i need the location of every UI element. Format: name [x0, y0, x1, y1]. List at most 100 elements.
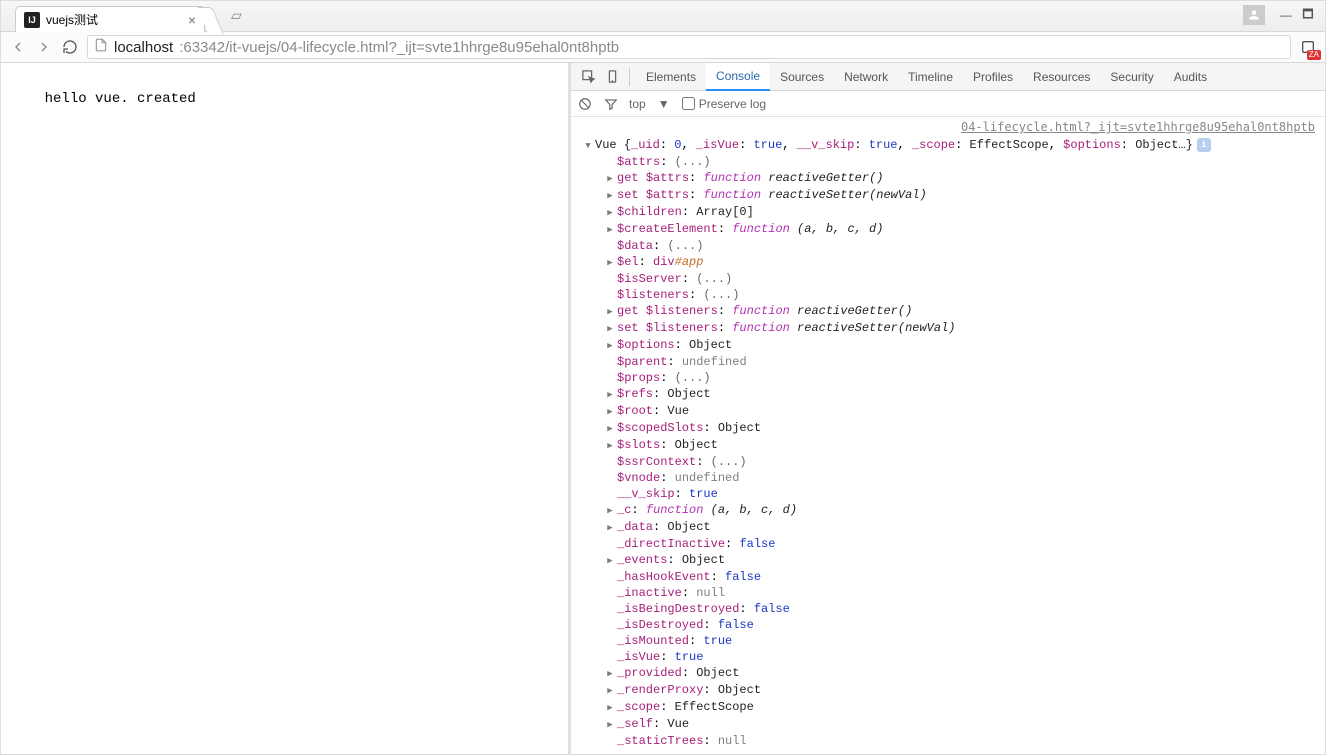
console-property-row[interactable]: _scope: EffectScope [571, 699, 1325, 716]
preserve-log-checkbox[interactable]: Preserve log [682, 97, 766, 111]
context-selector[interactable]: top [629, 97, 646, 111]
console-property-row[interactable]: _isVue: true [571, 649, 1325, 665]
expand-toggle-icon[interactable] [605, 699, 615, 716]
console-property-row[interactable]: get $listeners: function reactiveGetter(… [571, 303, 1325, 320]
console-source-link[interactable]: 04-lifecycle.html?_ijt=svte1hhrge8u95eha… [571, 117, 1325, 137]
address-bar[interactable]: localhost :63342/it-vuejs/04-lifecycle.ht… [87, 35, 1291, 59]
console-property-row[interactable]: _events: Object [571, 552, 1325, 569]
console-property-row[interactable]: $isServer: (...) [571, 271, 1325, 287]
expand-toggle-icon[interactable] [605, 386, 615, 403]
console-property-row[interactable]: _hasHookEvent: false [571, 569, 1325, 585]
extension-icon[interactable]: ZA [1299, 38, 1317, 56]
devtools-tab-profiles[interactable]: Profiles [963, 63, 1023, 91]
expand-toggle-icon[interactable] [605, 170, 615, 187]
devtools-tab-audits[interactable]: Audits [1164, 63, 1217, 91]
console-property-row[interactable]: $createElement: function (a, b, c, d) [571, 221, 1325, 238]
console-property-row[interactable]: set $attrs: function reactiveSetter(newV… [571, 187, 1325, 204]
console-property-row[interactable]: $children: Array[0] [571, 204, 1325, 221]
console-property-row[interactable]: $scopedSlots: Object [571, 420, 1325, 437]
console-property-row[interactable]: _staticTrees: null [571, 733, 1325, 749]
console-property-row[interactable]: $parent: undefined [571, 354, 1325, 370]
console-toolbar: top ▼ Preserve log [571, 91, 1325, 117]
devtools-tab-elements[interactable]: Elements [636, 63, 706, 91]
console-property-row[interactable]: _c: function (a, b, c, d) [571, 502, 1325, 519]
expand-toggle-icon[interactable] [605, 682, 615, 699]
console-property-row[interactable]: _isBeingDestroyed: false [571, 601, 1325, 617]
devtools-panel: ElementsConsoleSourcesNetworkTimelinePro… [571, 63, 1325, 754]
info-badge-icon[interactable]: i [1197, 138, 1211, 152]
expand-toggle-icon[interactable] [583, 137, 593, 154]
console-property-row[interactable]: _renderProxy: Object [571, 682, 1325, 699]
clear-console-icon[interactable] [577, 96, 593, 112]
console-property-row[interactable]: _provided: Object [571, 665, 1325, 682]
console-property-row[interactable]: $listeners: (...) [571, 287, 1325, 303]
console-property-row[interactable]: _isMounted: true [571, 633, 1325, 649]
expand-toggle-icon[interactable] [605, 552, 615, 569]
device-toolbar-icon[interactable] [601, 66, 623, 88]
back-button[interactable] [9, 38, 27, 56]
devtools-tab-security[interactable]: Security [1100, 63, 1163, 91]
profile-avatar-icon[interactable] [1243, 5, 1265, 25]
devtools-tabs: ElementsConsoleSourcesNetworkTimelinePro… [571, 63, 1325, 91]
console-property-row[interactable]: $data: (...) [571, 238, 1325, 254]
root-class-name: Vue [595, 138, 617, 152]
console-property-row[interactable]: $el: div#app [571, 254, 1325, 271]
devtools-tab-sources[interactable]: Sources [770, 63, 834, 91]
console-property-row[interactable]: _self: Vue [571, 716, 1325, 733]
expand-toggle-icon[interactable] [605, 221, 615, 238]
window-controls: — 🗖 [1243, 5, 1319, 25]
console-property-row[interactable]: get $attrs: function reactiveGetter() [571, 170, 1325, 187]
expand-toggle-icon[interactable] [605, 320, 615, 337]
window-minimize-button[interactable]: — [1275, 5, 1297, 25]
expand-toggle-icon[interactable] [605, 420, 615, 437]
console-property-row[interactable]: $vnode: undefined [571, 470, 1325, 486]
expand-toggle-icon[interactable] [605, 716, 615, 733]
console-property-row[interactable]: _data: Object [571, 519, 1325, 536]
expand-toggle-icon[interactable] [605, 665, 615, 682]
expand-toggle-icon[interactable] [605, 254, 615, 271]
tab-favicon-icon: IJ [24, 12, 40, 28]
expand-toggle-icon[interactable] [605, 337, 615, 354]
expand-toggle-icon[interactable] [605, 204, 615, 221]
reload-button[interactable] [61, 38, 79, 56]
forward-button[interactable] [35, 38, 53, 56]
devtools-tab-console[interactable]: Console [706, 63, 770, 91]
extension-badge: ZA [1307, 50, 1321, 60]
console-property-row[interactable]: $ssrContext: (...) [571, 454, 1325, 470]
page-body-text: hello vue. created [45, 91, 196, 107]
console-property-row[interactable]: __v_skip: true [571, 486, 1325, 502]
console-property-row[interactable]: $slots: Object [571, 437, 1325, 454]
console-property-row[interactable]: _inactive: null [571, 585, 1325, 601]
window-maximize-button[interactable]: 🗖 [1297, 5, 1319, 25]
browser-tab[interactable]: IJ vuejs测试 × [15, 6, 205, 32]
filter-icon[interactable] [603, 96, 619, 112]
expand-toggle-icon[interactable] [605, 403, 615, 420]
expand-toggle-icon[interactable] [605, 437, 615, 454]
browser-tabstrip: IJ vuejs测试 × ▱ — 🗖 [1, 1, 1325, 31]
console-property-row[interactable]: $refs: Object [571, 386, 1325, 403]
devtools-tab-resources[interactable]: Resources [1023, 63, 1100, 91]
console-property-row[interactable]: _isDestroyed: false [571, 617, 1325, 633]
console-property-row[interactable]: $props: (...) [571, 370, 1325, 386]
expand-toggle-icon[interactable] [605, 187, 615, 204]
console-property-row[interactable]: set $listeners: function reactiveSetter(… [571, 320, 1325, 337]
console-property-row[interactable]: $root: Vue [571, 403, 1325, 420]
preserve-log-input[interactable] [682, 97, 695, 110]
console-property-row[interactable]: $attrs: (...) [571, 154, 1325, 170]
expand-toggle-icon[interactable] [605, 303, 615, 320]
console-object-root[interactable]: Vue {_uid: 0, _isVue: true, __v_skip: tr… [571, 137, 1325, 154]
expand-toggle-icon[interactable] [605, 519, 615, 536]
new-tab-button[interactable]: ▱ [231, 7, 242, 26]
context-dropdown-icon[interactable]: ▼ [656, 96, 672, 112]
console-property-row[interactable]: $options: Object [571, 337, 1325, 354]
close-tab-icon[interactable]: × [188, 13, 196, 27]
console-property-row[interactable]: _directInactive: false [571, 536, 1325, 552]
expand-toggle-icon[interactable] [605, 502, 615, 519]
devtools-tab-timeline[interactable]: Timeline [898, 63, 963, 91]
url-host: localhost [114, 39, 173, 56]
inspect-element-icon[interactable] [577, 66, 599, 88]
page-viewport: hello vue. created [1, 63, 571, 754]
console-body[interactable]: 04-lifecycle.html?_ijt=svte1hhrge8u95eha… [571, 117, 1325, 754]
devtools-tab-network[interactable]: Network [834, 63, 898, 91]
url-path: :63342/it-vuejs/04-lifecycle.html?_ijt=s… [179, 39, 619, 56]
